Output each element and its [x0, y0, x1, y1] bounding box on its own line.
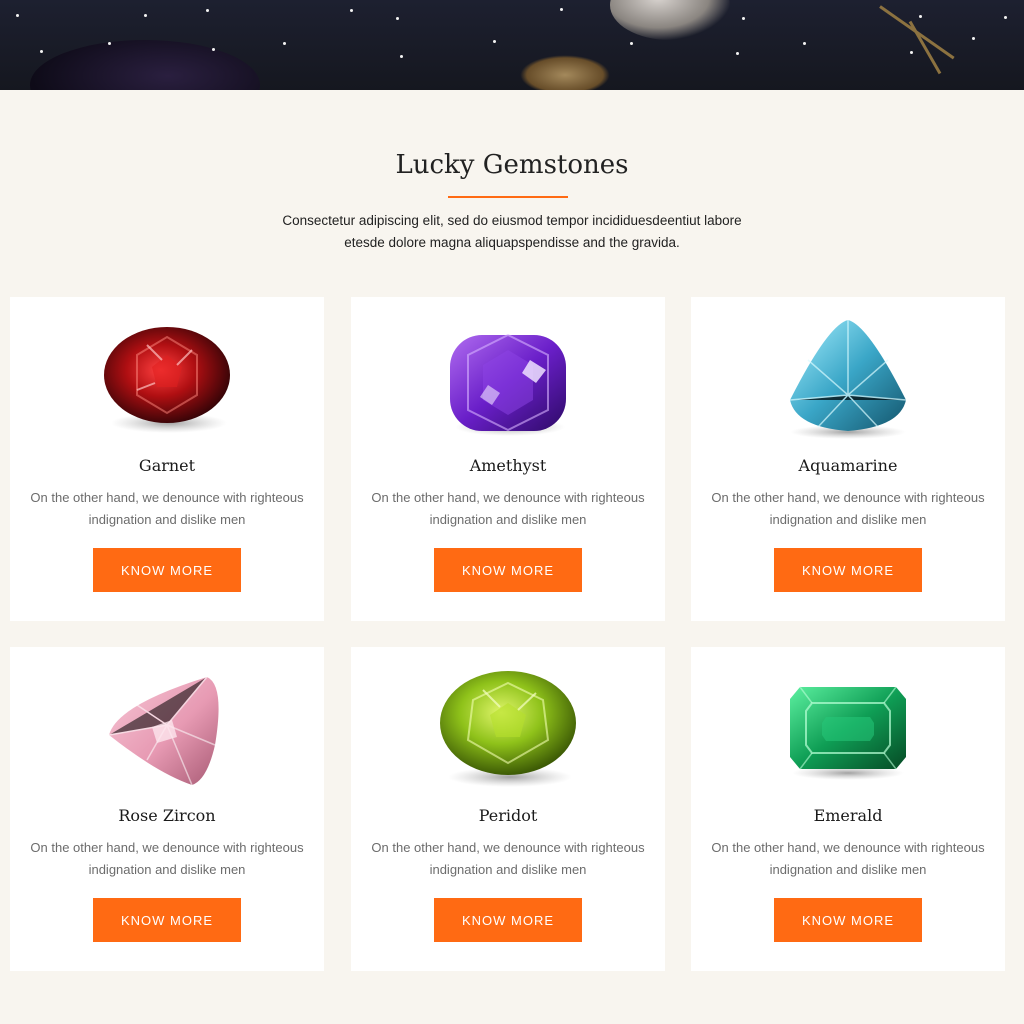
aquamarine-gem-icon	[789, 320, 907, 439]
gem-card-amethyst: Amethyst On the other hand, we denounce …	[351, 297, 665, 621]
gem-name: Aquamarine	[798, 456, 898, 475]
rose-zircon-gem-icon	[108, 676, 219, 786]
amethyst-gem-icon	[450, 333, 566, 436]
gem-name: Rose Zircon	[118, 806, 216, 825]
know-more-button[interactable]: KNOW MORE	[434, 548, 582, 592]
know-more-button[interactable]: KNOW MORE	[93, 898, 241, 942]
section-title: Lucky Gemstones	[395, 150, 629, 180]
gem-description: On the other hand, we denounce with righ…	[30, 490, 304, 527]
know-more-button[interactable]: KNOW MORE	[774, 548, 922, 592]
section-intro: Consectetur adipiscing elit, sed do eius…	[262, 210, 762, 254]
gem-card-peridot: Peridot On the other hand, we denounce w…	[351, 647, 665, 971]
gem-name: Amethyst	[469, 456, 547, 475]
peridot-gem-icon	[440, 671, 576, 787]
gem-card-garnet: Garnet On the other hand, we denounce wi…	[10, 297, 324, 621]
gem-description: On the other hand, we denounce with righ…	[371, 840, 645, 877]
gem-card-emerald: Emerald On the other hand, we denounce w…	[691, 647, 1005, 971]
know-more-button[interactable]: KNOW MORE	[434, 898, 582, 942]
intro-line-2: etesde dolore magna aliquapspendisse and…	[344, 235, 680, 250]
gem-name: Garnet	[138, 456, 196, 475]
gem-description: On the other hand, we denounce with righ…	[711, 840, 985, 877]
garnet-gem-icon	[104, 327, 230, 433]
intro-line-1: Consectetur adipiscing elit, sed do eius…	[282, 213, 742, 228]
gem-card-aquamarine: Aquamarine On the other hand, we denounc…	[691, 297, 1005, 621]
gem-name: Emerald	[813, 806, 883, 825]
gem-name: Peridot	[478, 806, 538, 825]
emerald-gem-icon	[790, 686, 906, 780]
know-more-button[interactable]: KNOW MORE	[93, 548, 241, 592]
title-underline	[448, 196, 568, 198]
gem-description: On the other hand, we denounce with righ…	[30, 840, 304, 877]
know-more-button[interactable]: KNOW MORE	[774, 898, 922, 942]
hero-banner-image	[0, 0, 1024, 90]
gem-card-rose-zircon: Rose Zircon On the other hand, we denoun…	[10, 647, 324, 971]
gem-description: On the other hand, we denounce with righ…	[371, 490, 645, 527]
gem-description: On the other hand, we denounce with righ…	[711, 490, 985, 527]
